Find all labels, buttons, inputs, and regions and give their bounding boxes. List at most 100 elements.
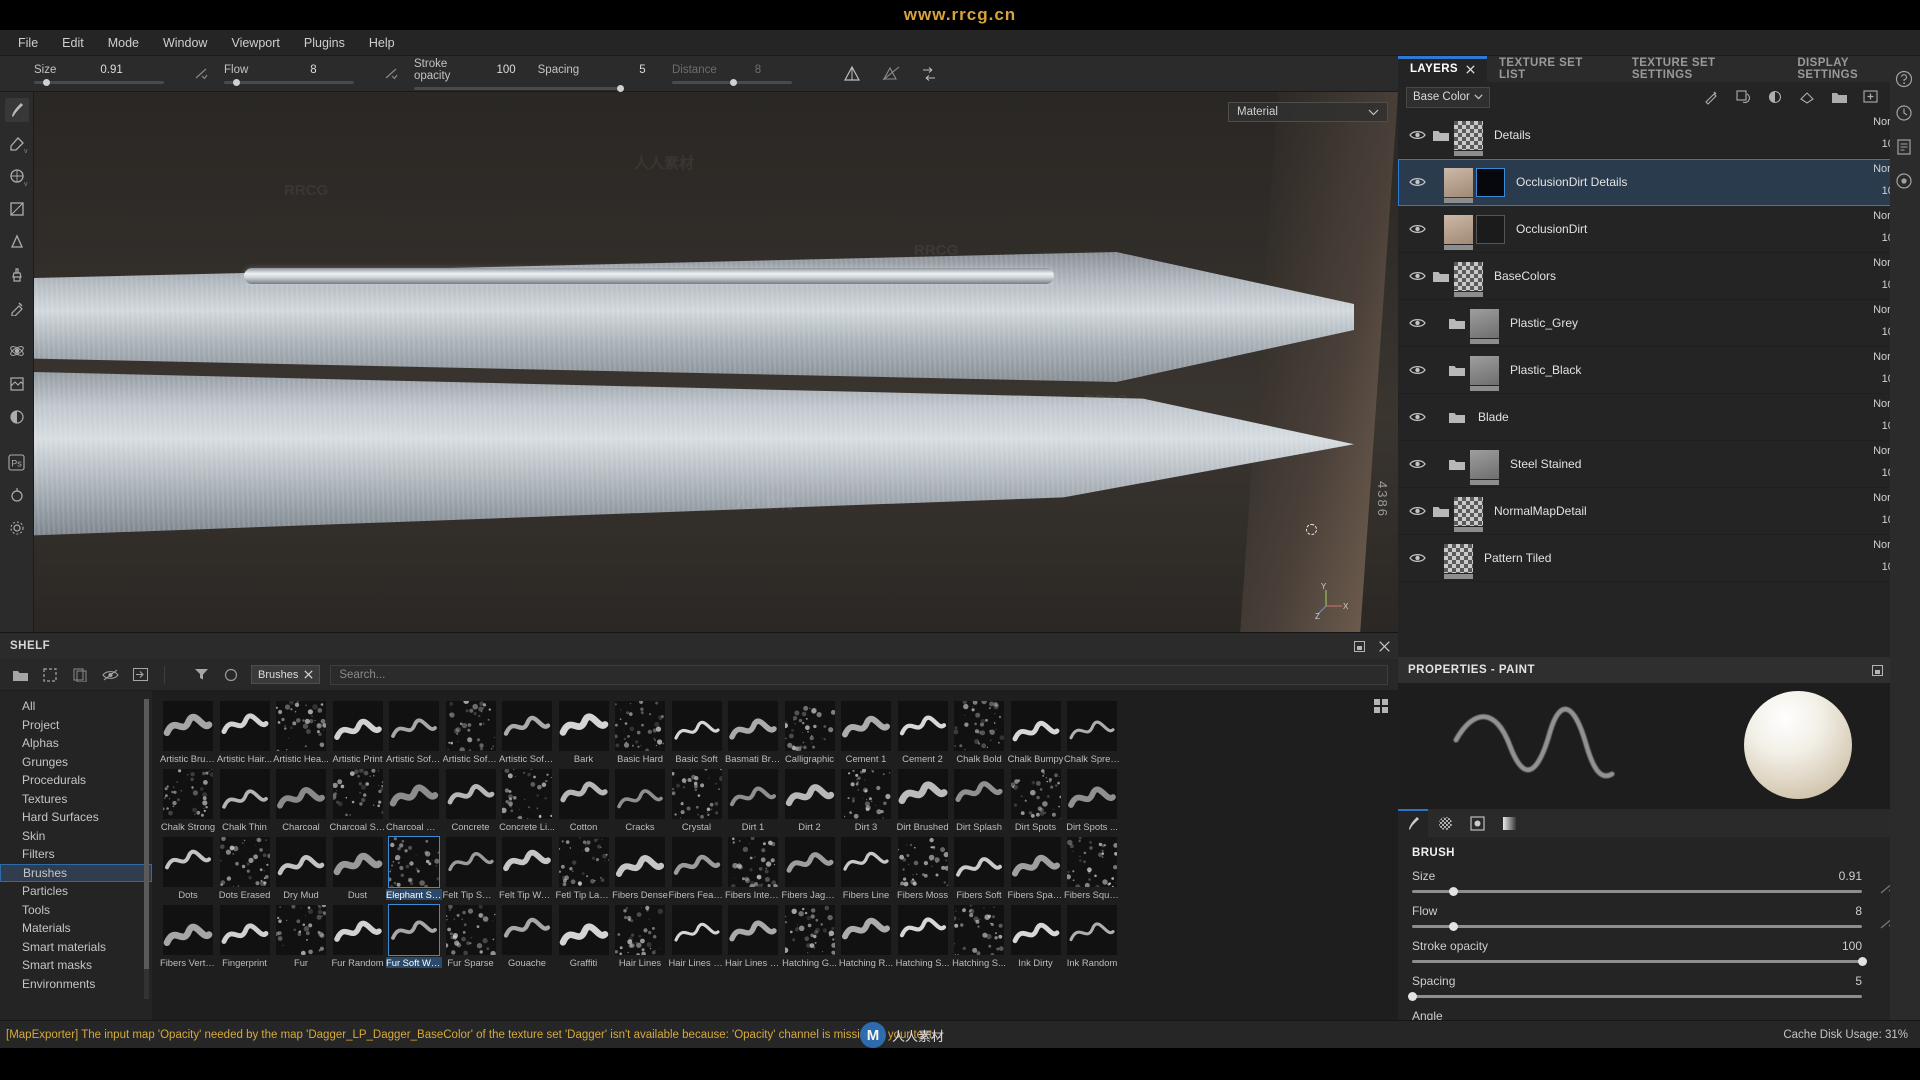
layer-visibility-icon[interactable] [1406, 505, 1428, 517]
shelf-brush-item[interactable]: Artistic Soft ... [499, 697, 555, 764]
shelf-brush-item[interactable]: Calligraphic [782, 697, 838, 764]
layer-row[interactable]: OcclusionDirtNorm100 [1398, 206, 1920, 253]
paint-brush-tool[interactable] [4, 98, 29, 122]
shelf-category-smart-materials[interactable]: Smart materials [0, 938, 152, 957]
photoshop-bridge-tool[interactable]: Ps [5, 450, 29, 474]
menu-item-file[interactable]: File [6, 33, 50, 53]
shelf-brush-item[interactable]: Artistic Hea... [273, 697, 329, 764]
shelf-brush-item[interactable]: Hatching S... [951, 901, 1007, 968]
shelf-brush-item[interactable]: Artistic Soft ... [443, 697, 499, 764]
layer-visibility-icon[interactable] [1406, 270, 1428, 282]
property-slider-size[interactable]: Size 0.91 [1412, 869, 1906, 896]
shelf-brush-item[interactable]: Chalk Bumpy [1008, 697, 1064, 764]
shelf-brush-item[interactable]: Felt Tip Wat... [499, 833, 555, 900]
layer-visibility-icon[interactable] [1406, 364, 1428, 376]
add-fill-layer-icon[interactable] [1798, 88, 1816, 106]
shelf-filter-icon[interactable] [191, 665, 211, 685]
shelf-brush-item[interactable]: Dirt Spots ... [1064, 765, 1120, 832]
layer-thumbnail[interactable] [1470, 355, 1499, 391]
shelf-brush-item[interactable]: Artistic Brus... [160, 697, 216, 764]
layer-visibility-icon[interactable] [1406, 129, 1428, 141]
property-slider-flow[interactable]: Flow 8 [1412, 904, 1906, 931]
shelf-category-particles[interactable]: Particles [0, 882, 152, 901]
eraser-tool[interactable]: v [5, 131, 29, 155]
shelf-brush-item[interactable]: Artistic Hair... [217, 697, 273, 764]
shelf-brush-item[interactable]: Artistic Print [330, 697, 386, 764]
layer-visibility-icon[interactable] [1406, 411, 1428, 423]
shelf-brush-item[interactable]: Ink Dirty [1008, 901, 1064, 968]
shelf-category-all[interactable]: All [0, 697, 152, 716]
shelf-brush-item[interactable]: Basic Hard [612, 697, 668, 764]
layer-mask-thumbnail[interactable] [1476, 167, 1505, 197]
shelf-brush-item[interactable]: Gouache [499, 901, 555, 968]
shelf-brush-item[interactable]: Elephant Skin [386, 833, 442, 900]
toolbar-stroke-opacity-slider[interactable] [414, 84, 624, 92]
shelf-brush-item[interactable]: Dots [160, 833, 216, 900]
layer-row[interactable]: DetailsNorm100 [1398, 112, 1920, 159]
layer-row[interactable]: BaseColorsNorm100 [1398, 253, 1920, 300]
history-icon[interactable] [1895, 104, 1915, 124]
layer-row[interactable]: Plastic_BlackNorm100 [1398, 347, 1920, 394]
shelf-expand-icon[interactable] [130, 665, 150, 685]
shelf-brush-item[interactable]: Fibers Feather [669, 833, 725, 900]
alpha-tab[interactable] [1430, 809, 1460, 837]
stencil-tab[interactable] [1462, 809, 1492, 837]
layers-list[interactable]: DetailsNorm100OcclusionDirt DetailsNorm1… [1398, 112, 1920, 657]
shelf-hide-icon[interactable] [100, 665, 120, 685]
shelf-brush-item[interactable]: Ink Random [1064, 901, 1120, 968]
shelf-brush-item[interactable]: Cracks [612, 765, 668, 832]
shelf-category-environments[interactable]: Environments [0, 975, 152, 994]
layer-folder-icon[interactable] [1444, 410, 1470, 424]
add-effect-icon[interactable] [1702, 88, 1720, 106]
shelf-brush-item[interactable]: Fur Random [330, 901, 386, 968]
layer-row[interactable]: NormalMapDetailNorm100 [1398, 488, 1920, 535]
shelf-grid[interactable]: Artistic Brus... Artistic Hair... Artistic… [152, 691, 1398, 1021]
layer-thumbnail[interactable] [1470, 449, 1499, 485]
help-icon[interactable] [1895, 70, 1915, 90]
shelf-brush-item[interactable]: Dirt Splash [951, 765, 1007, 832]
shelf-brush-item[interactable]: Dirt 2 [782, 765, 838, 832]
layer-visibility-icon[interactable] [1406, 176, 1428, 188]
shelf-brush-item[interactable]: Hair Lines D... [669, 901, 725, 968]
undock-icon[interactable] [1872, 664, 1883, 676]
layer-row[interactable]: Steel StainedNorm100 [1398, 441, 1920, 488]
menu-item-help[interactable]: Help [357, 33, 407, 53]
toolbar-distance-param[interactable]: Distance 8 [672, 64, 812, 86]
shelf-brush-item[interactable]: Fur [273, 901, 329, 968]
add-mask-icon[interactable] [1766, 88, 1784, 106]
property-slider-track[interactable] [1408, 992, 1862, 1001]
shelf-category-materials[interactable]: Materials [0, 919, 152, 938]
shelf-brush-item[interactable]: Chalk Thin [217, 765, 273, 832]
layer-folder-icon[interactable] [1444, 457, 1470, 471]
shelf-brush-item[interactable]: Concrete Li... [499, 765, 555, 832]
chip-close-icon[interactable] [304, 670, 313, 679]
toolbar-size-param[interactable]: Size 0.91 [34, 64, 184, 86]
shelf-brush-item[interactable]: Hair Lines S... [725, 901, 781, 968]
polygon-fill-tool[interactable] [5, 197, 29, 221]
shelf-brush-item[interactable]: Fibers Moss [895, 833, 951, 900]
shelf-filter-chip[interactable]: Brushes [251, 665, 321, 684]
shelf-category-brushes[interactable]: Brushes [0, 863, 152, 882]
toolbar-distance-slider[interactable] [672, 78, 792, 86]
shelf-brush-item[interactable]: Hatching R... [838, 901, 894, 968]
geometry-decal-tool[interactable] [5, 230, 29, 254]
shelf-new-icon[interactable] [40, 665, 60, 685]
shelf-category-skin[interactable]: Skin [0, 827, 152, 846]
tab-layers[interactable]: LAYERS [1398, 56, 1487, 82]
shelf-category-scrollbar[interactable] [144, 699, 149, 999]
shelf-brush-item[interactable]: Felt Tip Small [443, 833, 499, 900]
shelf-category-alphas[interactable]: Alphas [0, 734, 152, 753]
shelf-brush-item[interactable]: Hatching S... [895, 901, 951, 968]
physical-paint-tool[interactable] [5, 339, 29, 363]
grid-view-toggle-icon[interactable] [1374, 699, 1388, 713]
toolbar-stroke-opacity-param[interactable]: Stroke opacity 100 Spacing 5 [414, 58, 646, 92]
shelf-brush-item[interactable]: Fibers Square [1064, 833, 1120, 900]
layer-folder-icon[interactable] [1444, 316, 1470, 330]
shelf-brush-item[interactable]: Cotton [556, 765, 612, 832]
property-slider-track[interactable] [1412, 887, 1862, 896]
toolbar-flow-slider[interactable] [224, 78, 354, 86]
layer-folder-icon[interactable] [1428, 504, 1454, 518]
layer-folder-icon[interactable] [1428, 128, 1454, 142]
shelf-circle-icon[interactable] [221, 665, 241, 685]
shelf-brush-item[interactable]: Chalk Strong [160, 765, 216, 832]
